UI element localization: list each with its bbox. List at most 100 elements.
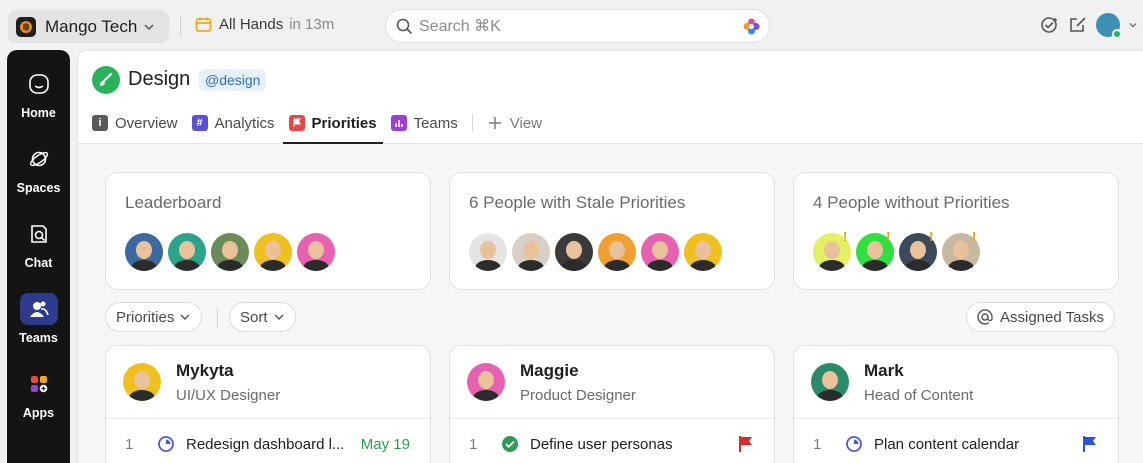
in-progress-icon <box>157 435 175 453</box>
flag-icon[interactable] <box>738 435 754 453</box>
person-role: Product Designer <box>520 387 636 404</box>
person-card-mykyta[interactable]: Mykyta UI/UX Designer 1 Redesign dashboa… <box>105 345 431 463</box>
tab-overview[interactable]: i Overview <box>92 111 178 135</box>
add-view-button[interactable]: View <box>487 115 542 132</box>
no-priorities-card[interactable]: 4 People without Priorities ! ! ! ! <box>793 172 1119 290</box>
flag-icon[interactable] <box>1082 435 1098 453</box>
workspace-logo-icon <box>16 16 36 37</box>
rail-label: Home <box>21 106 56 120</box>
info-icon: i <box>92 115 108 131</box>
add-view-label: View <box>509 114 543 132</box>
avatar[interactable] <box>641 233 679 271</box>
avatar[interactable] <box>297 233 335 271</box>
rail-label: Chat <box>24 256 53 270</box>
assigned-tasks-button[interactable]: Assigned Tasks <box>966 302 1115 332</box>
task-number: 1 <box>469 435 478 453</box>
leaderboard-card[interactable]: Leaderboard <box>105 172 431 290</box>
avatar[interactable] <box>684 233 722 271</box>
person-name: Maggie <box>520 361 579 380</box>
tab-label: Priorities <box>311 114 377 132</box>
person-role: UI/UX Designer <box>176 387 281 404</box>
divider <box>450 418 774 419</box>
avatar-stack <box>125 233 335 271</box>
rail-item-spaces[interactable]: Spaces <box>7 143 70 195</box>
stale-priorities-card[interactable]: 6 People with Stale Priorities <box>449 172 775 290</box>
event-time: in 13m <box>289 16 335 33</box>
priority-task-row[interactable]: 1 Define user personas <box>469 435 754 453</box>
tab-priorities[interactable]: Priorities <box>282 111 383 144</box>
person-card-mark[interactable]: Mark Head of Content 1 Plan content cale… <box>793 345 1119 463</box>
task-title: Define user personas <box>530 435 673 453</box>
priority-task-row[interactable]: 1 Redesign dashboard l... May 19 <box>125 435 410 453</box>
avatar[interactable] <box>125 233 163 271</box>
online-status-dot <box>1112 29 1122 39</box>
ai-sparkle-icon[interactable] <box>742 17 761 36</box>
rail-item-apps[interactable]: Apps <box>7 368 70 420</box>
avatar[interactable] <box>469 233 507 271</box>
upcoming-event[interactable]: All Hands in 13m <box>195 16 334 33</box>
rail-item-chat[interactable]: Chat <box>7 218 70 270</box>
tab-analytics[interactable]: # Analytics <box>191 111 275 135</box>
warning-icon: ! <box>929 229 934 244</box>
person-card-maggie[interactable]: Maggie Product Designer 1 Define user pe… <box>449 345 775 463</box>
person-role: Head of Content <box>864 387 974 404</box>
person-name: Mark <box>864 361 904 380</box>
rail-label: Teams <box>19 331 58 345</box>
avatar[interactable] <box>211 233 249 271</box>
sort-label: Sort <box>240 308 268 326</box>
event-title: All Hands <box>219 16 284 33</box>
search-bar[interactable]: Search ⌘K <box>385 9 770 43</box>
planet-icon <box>29 151 48 167</box>
divider <box>106 418 430 419</box>
rail-item-teams[interactable]: Teams <box>7 293 70 345</box>
left-rail: Home Spaces Chat Teams Apps <box>7 50 70 463</box>
warning-icon: ! <box>886 229 891 244</box>
avatar[interactable] <box>168 233 206 271</box>
top-actions <box>1040 13 1138 39</box>
priorities-filter-dropdown[interactable]: Priorities <box>105 302 203 332</box>
person-name: Mykyta <box>176 361 234 380</box>
avatar[interactable] <box>598 233 636 271</box>
divider <box>180 16 181 36</box>
paintbrush-icon <box>92 66 120 94</box>
divider <box>471 114 473 132</box>
avatar-stack <box>469 233 722 271</box>
card-title: 4 People without Priorities <box>813 193 1010 212</box>
teams-icon <box>29 301 49 317</box>
chevron-down-icon[interactable] <box>1128 20 1138 30</box>
hash-icon: # <box>191 115 208 131</box>
avatar[interactable] <box>555 233 593 271</box>
avatar[interactable] <box>467 363 505 401</box>
flag-icon <box>288 115 305 131</box>
space-header: Design @design i Overview # Analytics Pr… <box>78 51 1143 144</box>
filter-label: Priorities <box>116 308 175 326</box>
check-circle-icon[interactable] <box>1040 15 1060 35</box>
calendar-icon <box>195 17 212 32</box>
avatar[interactable] <box>254 233 292 271</box>
tab-label: Analytics <box>214 114 275 132</box>
sort-dropdown[interactable]: Sort <box>229 302 296 332</box>
workspace-name: Mango Tech <box>45 16 138 36</box>
card-title: 6 People with Stale Priorities <box>469 193 686 212</box>
avatar[interactable] <box>512 233 550 271</box>
space-handle[interactable]: @design <box>199 69 267 91</box>
user-avatar[interactable] <box>1096 13 1122 39</box>
plus-icon <box>488 117 501 129</box>
task-title: Redesign dashboard l... <box>186 435 345 453</box>
avatar[interactable] <box>123 363 161 401</box>
avatar[interactable] <box>811 363 849 401</box>
warning-icon: ! <box>843 229 848 244</box>
tab-teams[interactable]: Teams <box>390 111 458 135</box>
workspace-switcher[interactable]: Mango Tech <box>8 10 169 43</box>
home-icon <box>28 74 49 94</box>
task-due-date: May 19 <box>360 435 410 453</box>
compose-icon[interactable] <box>1068 15 1088 35</box>
priority-task-row[interactable]: 1 Plan content calendar <box>813 435 1098 453</box>
chevron-down-icon <box>180 314 190 320</box>
apps-icon <box>30 376 47 393</box>
task-number: 1 <box>813 435 822 453</box>
page-title: Design <box>128 68 191 90</box>
rail-item-home[interactable]: Home <box>7 68 70 120</box>
bar-chart-icon <box>390 115 407 131</box>
chevron-down-icon <box>144 23 154 30</box>
